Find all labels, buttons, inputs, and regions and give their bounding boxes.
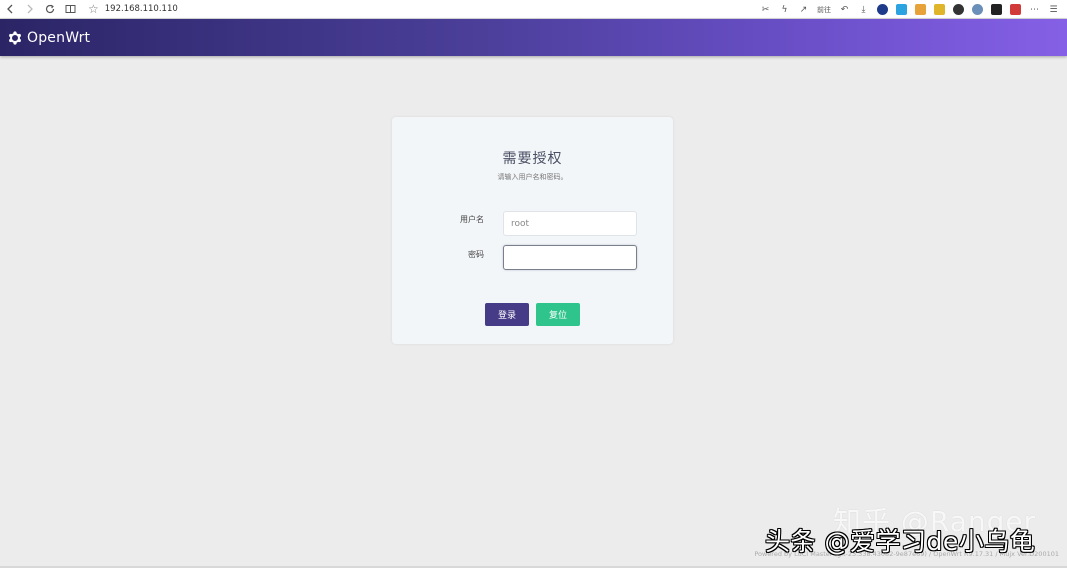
forward-button[interactable] [20,0,40,19]
extension-folder-icon[interactable] [934,4,945,15]
reload-button[interactable] [40,0,60,19]
openwrt-logo-icon [9,30,21,45]
lightning-icon[interactable]: ϟ [779,4,790,15]
extension-avatar-icon[interactable] [915,4,926,15]
back-icon [7,4,13,14]
username-label: 用户名 [460,215,484,224]
url-text[interactable]: 192.168.110.110 [105,4,178,14]
login-subtitle: 请输入用户名和密码。 [497,173,568,181]
extension-dark-circle-icon[interactable] [953,4,964,15]
reset-button[interactable]: 复位 [536,303,580,326]
browser-toolbar: ☆ 192.168.110.110 ✂ ϟ ↗ 前往 ↶ ⤓ ⋯ ☰ [0,0,1067,19]
extension-blue-square-icon[interactable] [896,4,907,15]
download-icon[interactable]: ⤓ [858,4,869,15]
extension-blue-circle-icon[interactable] [877,4,888,15]
undo-icon[interactable]: ↶ [839,4,850,15]
extension-globe-icon[interactable] [972,4,983,15]
login-card: 需要授权 请输入用户名和密码。 用户名 root 密码 登录 复位 [392,117,673,344]
reader-button[interactable] [60,0,80,19]
reload-icon [45,4,55,14]
page-title: 需要授权 [502,151,563,167]
extension-black-square-icon[interactable] [991,4,1002,15]
login-button[interactable]: 登录 [485,303,529,326]
address-bar[interactable]: ☆ 192.168.110.110 [88,2,178,16]
password-label: 密码 [468,250,484,259]
brand-name[interactable]: OpenWrt [27,30,90,46]
openwrt-header: OpenWrt [0,19,1067,56]
browser-extensions: ✂ ϟ ↗ 前往 ↶ ⤓ ⋯ ☰ [760,0,1059,19]
extension-red-square-icon[interactable] [1010,4,1021,15]
toutiao-watermark: 头条 @爱学习de小乌龟 [765,527,1036,556]
menu-icon[interactable]: ☰ [1048,4,1059,15]
goto-button[interactable]: 前往 [817,4,831,15]
password-field[interactable] [503,245,637,270]
back-button[interactable] [0,0,20,19]
share-icon[interactable]: ↗ [798,4,809,15]
star-icon[interactable]: ☆ [88,2,99,16]
forward-icon [27,4,33,14]
scissors-icon[interactable]: ✂ [760,4,771,15]
more-icon[interactable]: ⋯ [1029,4,1040,15]
book-icon [65,5,75,13]
username-field[interactable]: root [503,211,637,236]
